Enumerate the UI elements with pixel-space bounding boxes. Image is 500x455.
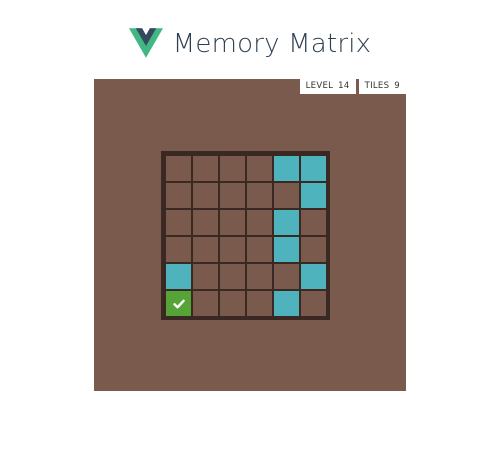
tile-r2-c3[interactable] [247,210,272,235]
tile-r3-c0[interactable] [166,237,191,262]
tile-r5-c5[interactable] [301,291,326,316]
tile-r2-c0[interactable] [166,210,191,235]
stats-bar: LEVEL 14 TILES 9 [297,79,406,94]
tile-r0-c4[interactable] [274,156,299,181]
tile-r5-c2[interactable] [220,291,245,316]
checkmark-icon [166,291,191,316]
tile-r3-c2[interactable] [220,237,245,262]
tile-r0-c5[interactable] [301,156,326,181]
tile-r4-c0[interactable] [166,264,191,289]
tile-r1-c5[interactable] [301,183,326,208]
tile-r4-c2[interactable] [220,264,245,289]
tile-r1-c0[interactable] [166,183,191,208]
tiles-label: TILES [364,81,390,91]
tile-r5-c4[interactable] [274,291,299,316]
tile-r5-c0[interactable] [166,291,191,316]
game-board: LEVEL 14 TILES 9 [94,79,406,391]
tiles-stat: TILES 9 [358,79,406,94]
level-stat: LEVEL 14 [299,79,356,94]
tile-r2-c4[interactable] [274,210,299,235]
tile-r4-c5[interactable] [301,264,326,289]
tile-r1-c4[interactable] [274,183,299,208]
tile-r1-c1[interactable] [193,183,218,208]
tile-r3-c3[interactable] [247,237,272,262]
vue-logo-icon [128,28,163,58]
tile-grid [166,156,326,316]
tile-r5-c1[interactable] [193,291,218,316]
header: Memory Matrix [0,22,500,66]
tile-r1-c2[interactable] [220,183,245,208]
tile-r4-c1[interactable] [193,264,218,289]
tile-r4-c3[interactable] [247,264,272,289]
tile-r3-c4[interactable] [274,237,299,262]
level-label: LEVEL [305,81,334,91]
tile-r5-c3[interactable] [247,291,272,316]
tile-r4-c4[interactable] [274,264,299,289]
tile-r2-c5[interactable] [301,210,326,235]
tile-r0-c1[interactable] [193,156,218,181]
tile-r0-c3[interactable] [247,156,272,181]
tile-r0-c2[interactable] [220,156,245,181]
tile-r3-c5[interactable] [301,237,326,262]
grid-frame [161,151,330,320]
app-title: Memory Matrix [172,29,372,59]
tile-r2-c1[interactable] [193,210,218,235]
tile-r1-c3[interactable] [247,183,272,208]
tile-r2-c2[interactable] [220,210,245,235]
tiles-value: 9 [394,81,400,91]
level-value: 14 [338,81,350,91]
tile-r0-c0[interactable] [166,156,191,181]
tile-r3-c1[interactable] [193,237,218,262]
